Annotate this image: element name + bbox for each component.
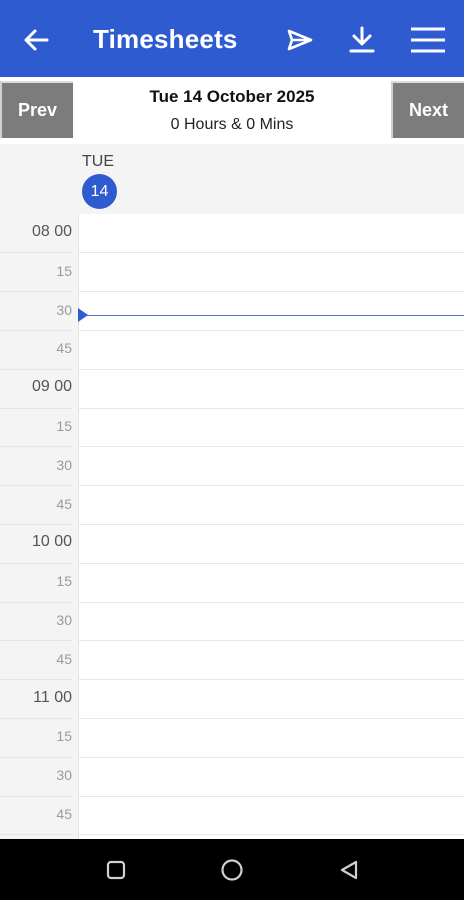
quarter-label: 45	[56, 340, 72, 357]
slot-divider	[79, 640, 464, 642]
gutter-divider	[0, 368, 72, 370]
selected-date: Tue 14 October 2025	[149, 87, 315, 106]
quarter-label: 30	[56, 767, 72, 784]
slot-divider	[79, 407, 464, 409]
quarter-label: 15	[56, 728, 72, 745]
gutter-divider	[0, 601, 72, 603]
slot-divider	[79, 795, 464, 797]
hour-label: 09 00	[31, 378, 72, 396]
app-bar: Timesheets	[0, 0, 464, 77]
recents-square-icon	[106, 860, 126, 880]
menu-button[interactable]	[406, 18, 450, 62]
gutter-divider	[0, 330, 72, 331]
gutter-divider	[0, 291, 72, 293]
slot-divider	[79, 485, 464, 487]
quarter-label: 45	[56, 650, 72, 667]
day-number-badge[interactable]: 14	[82, 174, 117, 209]
send-button[interactable]	[280, 20, 320, 60]
quarter-label: 45	[56, 806, 72, 822]
slot-divider	[79, 718, 464, 719]
slot-divider	[79, 562, 464, 564]
slot-divider	[79, 524, 464, 525]
gutter-divider	[0, 562, 72, 564]
slot-divider	[79, 368, 464, 370]
slot-divider	[79, 834, 464, 836]
send-icon	[287, 29, 313, 51]
home-button[interactable]	[216, 854, 248, 886]
home-circle-icon	[221, 859, 243, 881]
gutter-divider	[0, 407, 72, 409]
slot-divider	[79, 330, 464, 331]
gutter-divider	[0, 834, 72, 836]
back-triangle-icon	[340, 860, 358, 880]
download-icon	[349, 26, 375, 53]
slot-divider	[79, 756, 464, 758]
gutter-divider	[0, 795, 72, 797]
hour-label: 10 00	[31, 533, 72, 551]
quarter-label: 45	[56, 495, 72, 512]
quarter-label: 15	[56, 573, 72, 590]
next-button[interactable]: Next	[391, 81, 464, 138]
gutter-divider	[0, 640, 72, 642]
gutter-divider	[0, 718, 72, 719]
gutter-divider	[0, 485, 72, 487]
slot-divider	[79, 601, 464, 603]
gutter-divider	[0, 524, 72, 525]
download-button[interactable]	[342, 20, 382, 60]
quarter-label: 15	[56, 262, 72, 279]
recents-button[interactable]	[100, 854, 132, 886]
slot-divider	[79, 252, 464, 254]
menu-icon	[411, 27, 445, 53]
day-header: TUE 14	[0, 144, 464, 214]
gutter-divider	[0, 756, 72, 758]
day-name: TUE	[82, 153, 114, 170]
page-title: Timesheets	[93, 24, 238, 54]
back-button[interactable]	[16, 20, 56, 60]
hour-label: 08 00	[31, 223, 72, 240]
gutter-divider	[0, 679, 72, 681]
hour-label: 11 00	[33, 688, 72, 706]
quarter-label: 30	[56, 612, 72, 628]
date-navigation: Prev Tue 14 October 2025 0 Hours & 0 Min…	[0, 77, 464, 144]
gutter-divider	[0, 446, 72, 448]
arrow-left-icon	[24, 29, 49, 51]
system-nav-bar	[0, 839, 464, 900]
quarter-label: 15	[56, 418, 72, 434]
quarter-label: 30	[56, 456, 72, 473]
current-time-line	[80, 314, 464, 316]
slot-divider	[79, 291, 464, 293]
hours-summary: 0 Hours & 0 Mins	[170, 116, 294, 133]
gutter-divider	[0, 252, 72, 254]
quarter-label: 30	[56, 301, 72, 318]
slot-divider	[79, 446, 464, 448]
system-back-button[interactable]	[333, 854, 365, 886]
time-grid[interactable]: 08 00 15 30 45 09 00 15 30 45 10 00 15 30 45 11 00 15…	[0, 214, 464, 839]
slot-divider	[79, 679, 464, 681]
prev-button[interactable]: Prev	[0, 81, 73, 138]
current-time-marker-icon	[78, 307, 88, 322]
